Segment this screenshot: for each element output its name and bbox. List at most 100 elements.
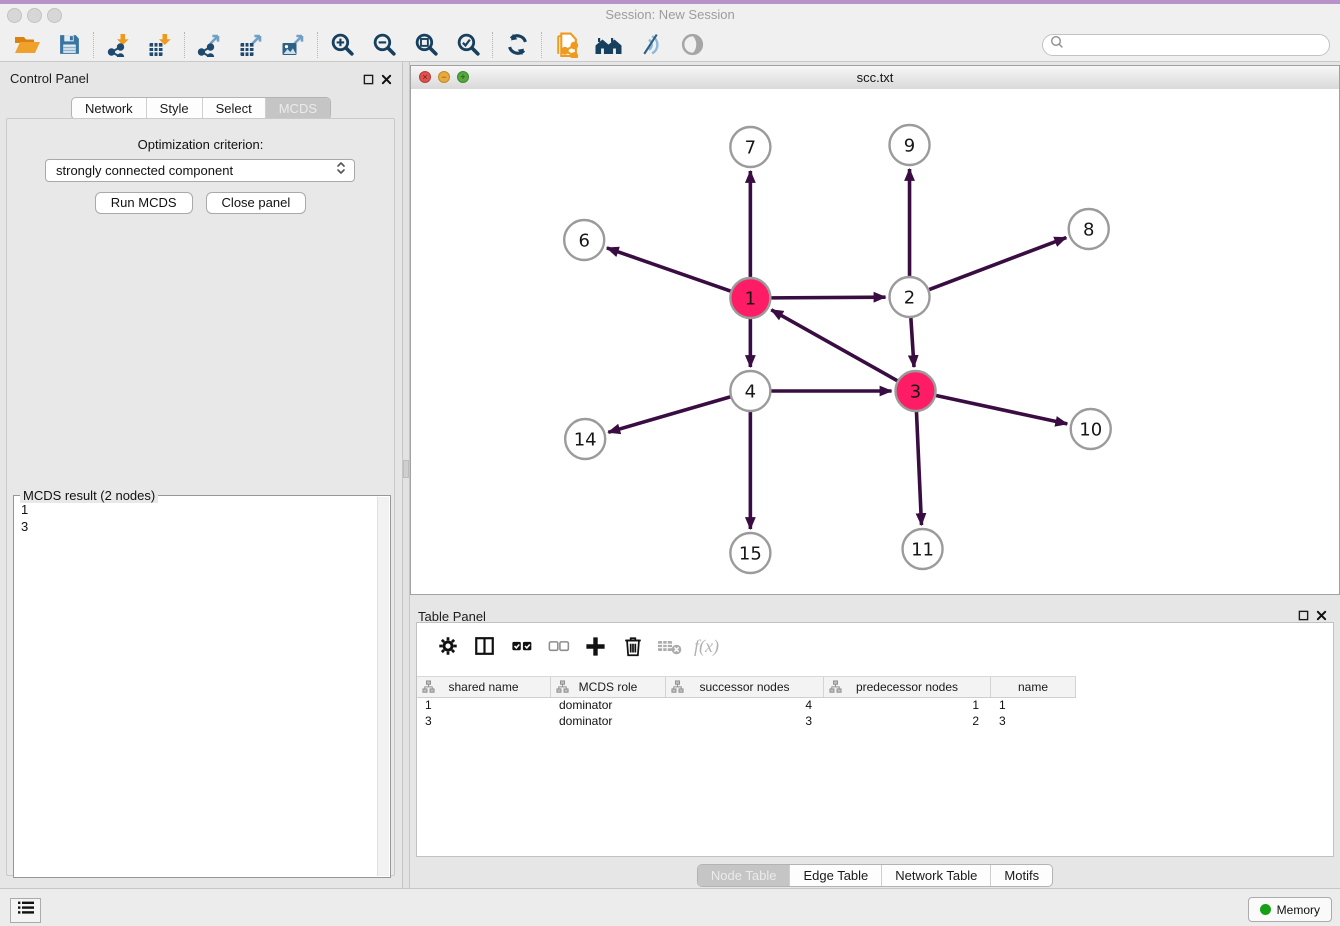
table-rows: 1dominator4113dominator323	[417, 697, 1076, 729]
svg-text:1: 1	[745, 289, 756, 310]
split-panel-icon[interactable]	[466, 631, 503, 661]
table-cell[interactable]: dominator	[551, 697, 666, 713]
table-cell[interactable]: 2	[824, 713, 991, 729]
run-mcds-button[interactable]: Run MCDS	[95, 192, 193, 214]
zoom-in-icon[interactable]	[321, 30, 363, 60]
new-network-icon[interactable]	[545, 30, 587, 60]
float-table-panel-icon[interactable]	[1297, 609, 1310, 621]
table-cell[interactable]: 3	[991, 713, 1076, 729]
save-session-icon[interactable]	[48, 30, 90, 60]
delete-column-icon[interactable]	[614, 631, 651, 661]
graph-node-11[interactable]: 11	[903, 529, 943, 569]
memory-button[interactable]: Memory	[1248, 897, 1332, 922]
search-input[interactable]	[1068, 35, 1329, 55]
column-header-MCDS-role[interactable]: MCDS role	[551, 677, 666, 697]
column-header-name[interactable]: name	[991, 677, 1076, 697]
tab-select[interactable]: Select	[202, 98, 265, 119]
graph-edge-1-6[interactable]	[607, 248, 731, 291]
network-window-titlebar[interactable]: × − + scc.txt	[411, 66, 1339, 90]
close-table-panel-icon[interactable]	[1315, 609, 1328, 621]
tab-motifs[interactable]: Motifs	[990, 865, 1052, 886]
graph-node-14[interactable]: 14	[565, 419, 605, 459]
graph-edge-1-2[interactable]	[771, 297, 885, 298]
table-row[interactable]: 3dominator323	[417, 713, 1076, 729]
import-table-icon[interactable]	[139, 30, 181, 60]
graph-edge-3-11[interactable]	[916, 412, 921, 525]
zoom-out-icon[interactable]	[363, 30, 405, 60]
table-cell[interactable]: 1	[824, 697, 991, 713]
table-panel-tabs: Node TableEdge TableNetwork TableMotifs	[410, 864, 1340, 887]
criterion-select[interactable]: strongly connected component	[45, 159, 355, 182]
graph-node-10[interactable]: 10	[1071, 409, 1111, 449]
memory-label: Memory	[1277, 903, 1320, 917]
column-header-successor-nodes[interactable]: successor nodes	[666, 677, 824, 697]
import-network-icon[interactable]	[97, 30, 139, 60]
zoom-selected-icon[interactable]	[447, 30, 489, 60]
tab-style[interactable]: Style	[146, 98, 202, 119]
zoom-fit-icon[interactable]	[405, 30, 447, 60]
vertical-split-divider[interactable]	[402, 62, 410, 888]
task-history-button[interactable]	[10, 898, 41, 923]
column-header-shared-name[interactable]: shared name	[417, 677, 551, 697]
export-image-icon[interactable]	[272, 30, 314, 60]
table-header-row: shared nameMCDS role successor nodes prede…	[417, 676, 1076, 698]
gear-icon[interactable]	[429, 631, 466, 661]
search-box[interactable]	[1042, 34, 1330, 56]
table-cell[interactable]: 3	[666, 713, 824, 729]
deselect-all-icon[interactable]	[540, 631, 577, 661]
svg-text:9: 9	[904, 136, 915, 157]
tab-edge-table[interactable]: Edge Table	[789, 865, 881, 886]
graph-edge-4-14[interactable]	[608, 397, 730, 432]
tab-node-table[interactable]: Node Table	[698, 865, 790, 886]
tab-network-table[interactable]: Network Table	[881, 865, 990, 886]
graph-node-9[interactable]: 9	[890, 125, 930, 165]
table-toolbar: f(x)	[429, 630, 725, 662]
close-panel-button[interactable]: Close panel	[206, 192, 307, 214]
result-scrollbar[interactable]	[377, 497, 389, 876]
close-panel-icon[interactable]	[380, 73, 393, 85]
table-cell[interactable]: 1	[991, 697, 1076, 713]
criterion-value: strongly connected component	[56, 163, 334, 178]
refresh-layout-icon[interactable]	[496, 30, 538, 60]
table-cell[interactable]: dominator	[551, 713, 666, 729]
graph-node-6[interactable]: 6	[564, 220, 604, 260]
tab-mcds[interactable]: MCDS	[265, 98, 330, 119]
column-header-predecessor-nodes[interactable]: predecessor nodes	[824, 677, 991, 697]
table-cell[interactable]: 1	[417, 697, 551, 713]
toolbar-separator	[317, 32, 318, 58]
graph-node-4[interactable]: 4	[730, 371, 770, 411]
export-table-icon[interactable]	[230, 30, 272, 60]
table-row[interactable]: 1dominator411	[417, 697, 1076, 713]
vertical-split-handle[interactable]	[403, 460, 409, 478]
open-file-icon[interactable]	[6, 30, 48, 60]
graph-edge-3-10[interactable]	[936, 395, 1067, 423]
tab-network[interactable]: Network	[72, 98, 146, 119]
network-graph[interactable]: 7 9 6 8 1 2 4 3 14 10 15 11	[411, 89, 1339, 594]
hide-details-icon[interactable]	[629, 30, 671, 60]
tree-icon	[422, 680, 435, 696]
network-canvas[interactable]: 7 9 6 8 1 2 4 3 14 10 15 11	[411, 89, 1339, 594]
table-cell[interactable]: 4	[666, 697, 824, 713]
graph-node-8[interactable]: 8	[1069, 209, 1109, 249]
graph-edge-2-3[interactable]	[911, 318, 914, 367]
graph-node-2[interactable]: 2	[890, 277, 930, 317]
graph-edge-3-1[interactable]	[771, 310, 897, 381]
column-label: successor nodes	[699, 680, 789, 694]
houses-icon[interactable]	[587, 30, 629, 60]
mcds-result-text[interactable]: 1 3	[14, 498, 377, 877]
add-column-icon[interactable]	[577, 631, 614, 661]
app-titlebar: Session: New Session	[0, 0, 1340, 29]
float-panel-icon[interactable]	[362, 73, 375, 85]
select-all-icon[interactable]	[503, 631, 540, 661]
column-label: name	[1018, 680, 1048, 694]
graph-node-15[interactable]: 15	[730, 533, 770, 573]
graph-edge-2-8[interactable]	[929, 238, 1066, 290]
graph-node-1[interactable]: 1	[730, 278, 770, 318]
graph-node-3[interactable]: 3	[896, 371, 936, 411]
graph-node-7[interactable]: 7	[730, 127, 770, 167]
mcds-result-group: MCDS result (2 nodes) 1 3	[13, 495, 391, 878]
control-panel-title: Control Panel	[10, 71, 89, 86]
svg-text:10: 10	[1079, 420, 1102, 441]
export-network-icon[interactable]	[188, 30, 230, 60]
table-cell[interactable]: 3	[417, 713, 551, 729]
